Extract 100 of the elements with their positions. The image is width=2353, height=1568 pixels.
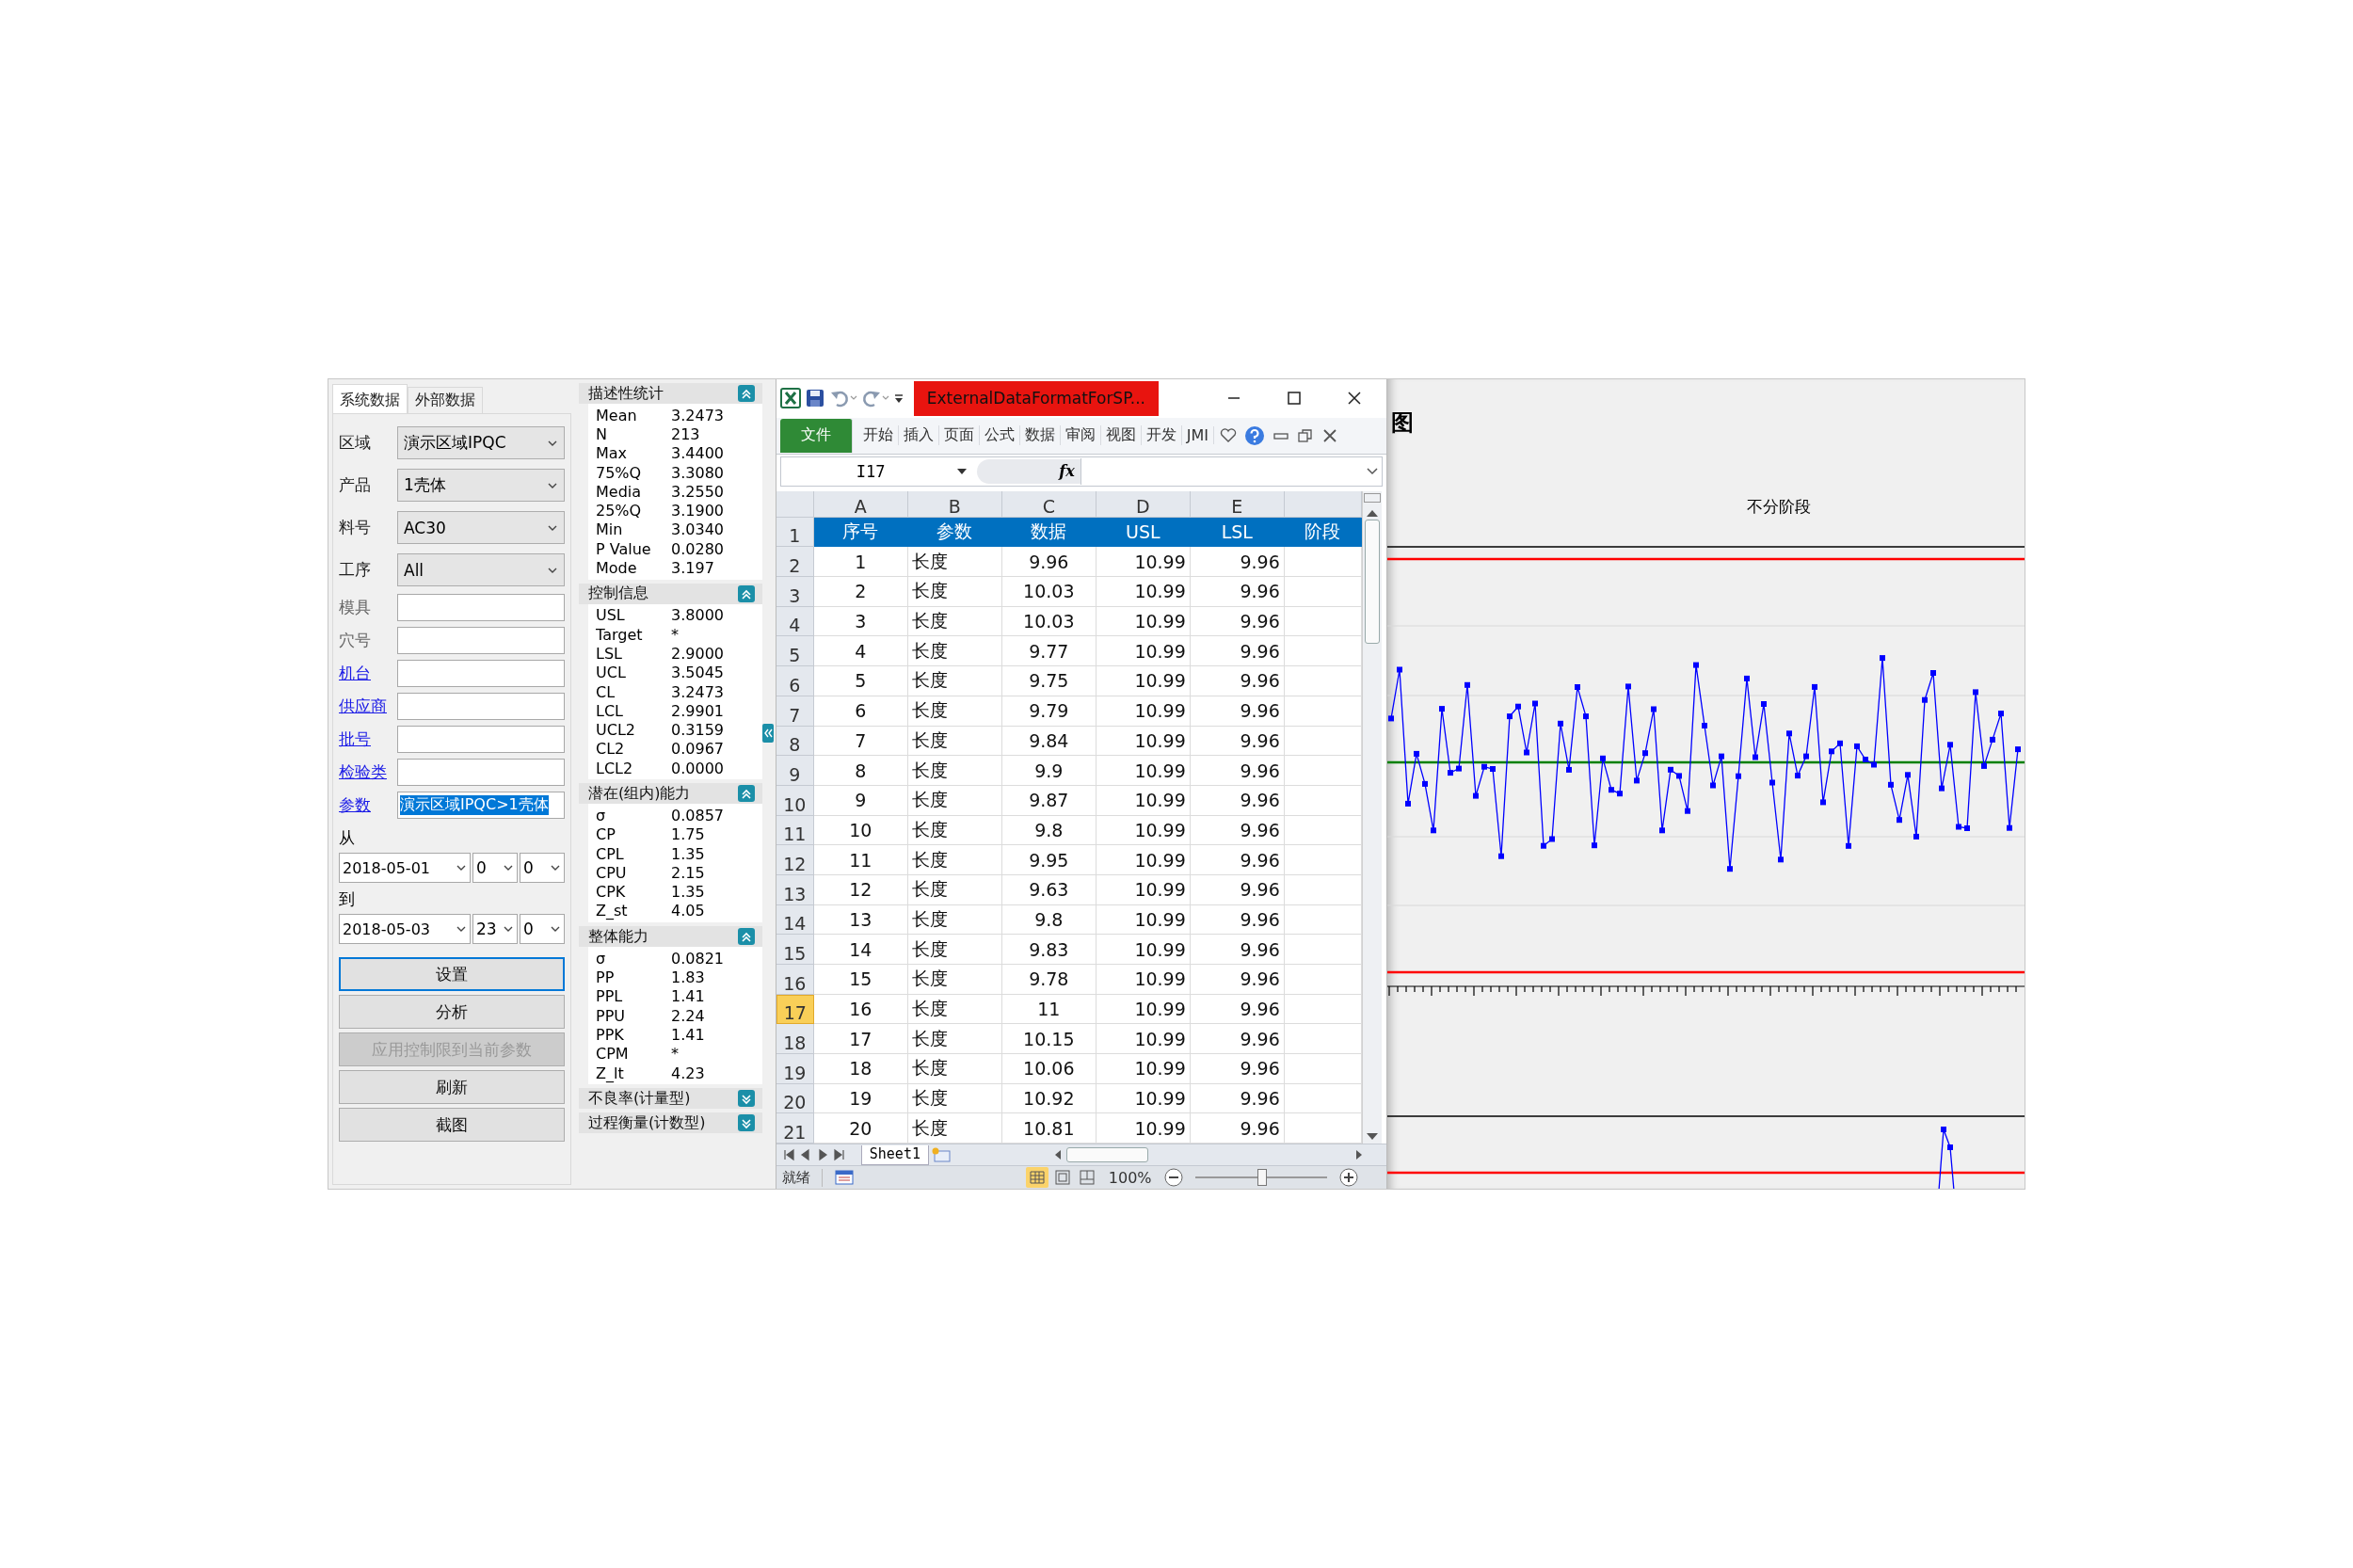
section-header[interactable]: 描述性统计 <box>579 383 762 404</box>
dropdown[interactable]: 2018-05-03 <box>339 914 471 944</box>
dropdown[interactable]: All <box>397 553 565 586</box>
row-number[interactable]: 1 <box>776 517 814 548</box>
dropdown[interactable]: 演示区域IPQC <box>397 426 565 459</box>
collapse-icon[interactable] <box>737 584 755 602</box>
sheet-tab[interactable]: Sheet1 <box>860 1144 929 1165</box>
row-number[interactable]: 16 <box>776 965 814 995</box>
row-number[interactable]: 3 <box>776 577 814 607</box>
zoom-out-icon[interactable] <box>1162 1167 1184 1189</box>
dropdown[interactable]: 0 <box>472 853 518 883</box>
ribbon-tab[interactable]: 开始 <box>857 425 899 446</box>
save-icon[interactable] <box>804 388 825 409</box>
stat-label: LCL2 <box>595 759 634 777</box>
input-field[interactable] <box>397 759 565 786</box>
expand-icon[interactable] <box>737 1090 755 1108</box>
zoom-level[interactable]: 100% <box>1108 1168 1152 1187</box>
ribbon-tab[interactable]: JMI <box>1181 426 1215 445</box>
row-number[interactable]: 15 <box>776 935 814 965</box>
column-header[interactable]: B <box>907 490 1002 518</box>
zoom-in-icon[interactable] <box>1337 1167 1359 1189</box>
dropdown[interactable]: AC30 <box>397 511 565 544</box>
button[interactable]: 分析 <box>339 995 565 1029</box>
row-number[interactable]: 6 <box>776 666 814 696</box>
field-link[interactable]: 检验类 <box>339 761 397 783</box>
scroll-right-icon[interactable] <box>1354 1148 1364 1162</box>
row-number[interactable]: 7 <box>776 696 814 727</box>
dropdown[interactable]: 0 <box>520 853 565 883</box>
section-header[interactable]: 过程衡量(计数型) <box>579 1112 762 1134</box>
select-all-corner[interactable] <box>776 490 814 518</box>
scroll-thumb[interactable] <box>1066 1147 1148 1163</box>
ribbon-tab[interactable]: 数据 <box>1019 425 1061 446</box>
collapse-icon[interactable] <box>737 928 755 946</box>
row-number[interactable]: 20 <box>776 1083 814 1114</box>
input-field[interactable] <box>397 693 565 720</box>
ribbon-tab[interactable]: 插入 <box>898 425 939 446</box>
vertical-scrollbar[interactable] <box>1361 490 1382 1144</box>
collapse-icon[interactable] <box>737 785 755 803</box>
row-number[interactable]: 17 <box>776 994 814 1025</box>
spreadsheet-app-icon[interactable] <box>779 388 801 409</box>
scroll-thumb[interactable] <box>1364 519 1380 644</box>
normal-view-icon[interactable] <box>1025 1167 1048 1189</box>
tab[interactable]: 外部数据 <box>408 387 483 413</box>
field-link[interactable]: 参数 <box>339 794 397 816</box>
ribbon-tab[interactable]: 审阅 <box>1060 425 1101 446</box>
ribbon-tab[interactable]: 文件 <box>779 418 853 453</box>
row-number[interactable]: 11 <box>776 815 814 846</box>
section-header[interactable]: 控制信息 <box>579 583 762 604</box>
scroll-left-icon[interactable] <box>1053 1148 1063 1162</box>
heart-icon[interactable] <box>1220 426 1238 444</box>
section-header[interactable]: 整体能力 <box>579 926 762 948</box>
row-number[interactable]: 12 <box>776 845 814 875</box>
row-number[interactable]: 14 <box>776 904 814 936</box>
dropdown[interactable]: 1壳体 <box>397 469 565 502</box>
collapse-icon[interactable] <box>737 385 755 402</box>
expand-icon[interactable] <box>737 1114 755 1132</box>
help-icon[interactable] <box>1244 424 1266 446</box>
ribbon-tab[interactable]: 视图 <box>1100 425 1142 446</box>
macro-record-icon[interactable] <box>833 1169 855 1187</box>
table-cell: 9.96 <box>1029 551 1069 572</box>
input-field[interactable]: 演示区域IPQC>1壳体 <box>397 792 565 819</box>
field-link[interactable]: 供应商 <box>339 696 397 717</box>
ribbon-tab[interactable]: 页面 <box>938 425 980 446</box>
button[interactable]: 设置 <box>339 957 565 991</box>
name-box[interactable]: I17 <box>780 457 977 485</box>
row-number[interactable]: 13 <box>776 874 814 905</box>
restore-icon[interactable] <box>1297 426 1315 444</box>
dropdown[interactable]: 23 <box>472 914 518 944</box>
column-header[interactable]: C <box>1001 490 1096 518</box>
section-header[interactable]: 潜在(组内)能力 <box>579 783 762 805</box>
ribbon-tab[interactable]: 开发 <box>1141 425 1182 446</box>
row-number[interactable]: 18 <box>776 1024 814 1055</box>
column-header[interactable]: E <box>1190 490 1285 518</box>
row-number[interactable]: 21 <box>776 1113 814 1144</box>
field-link[interactable]: 机台 <box>339 663 397 684</box>
function-button[interactable]: fx <box>1059 462 1075 481</box>
row-number[interactable]: 5 <box>776 636 814 667</box>
row-number[interactable]: 2 <box>776 547 814 578</box>
row-number[interactable]: 8 <box>776 726 814 757</box>
slider-thumb[interactable] <box>1257 1169 1267 1187</box>
tab[interactable]: 系统数据 <box>332 384 408 413</box>
button[interactable]: 截图 <box>339 1108 565 1142</box>
ribbon-tab[interactable]: 公式 <box>979 425 1020 446</box>
column-header[interactable]: A <box>813 490 908 518</box>
horizontal-scrollbar[interactable] <box>1053 1147 1364 1163</box>
input-field[interactable] <box>397 660 565 687</box>
row-number[interactable]: 10 <box>776 785 814 816</box>
button[interactable]: 刷新 <box>339 1070 565 1104</box>
input-field[interactable] <box>397 726 565 753</box>
row-number[interactable]: 4 <box>776 606 814 637</box>
row-number[interactable]: 19 <box>776 1054 814 1084</box>
dropdown[interactable]: 2018-05-01 <box>339 853 471 883</box>
column-header[interactable]: D <box>1096 490 1191 518</box>
input-field[interactable] <box>397 627 565 654</box>
field-link[interactable]: 批号 <box>339 728 397 750</box>
close-icon[interactable] <box>1321 426 1339 444</box>
input-field[interactable] <box>397 594 565 621</box>
dropdown[interactable]: 0 <box>520 914 565 944</box>
row-number[interactable]: 9 <box>776 756 814 786</box>
section-header[interactable]: 不良率(计量型) <box>579 1088 762 1110</box>
